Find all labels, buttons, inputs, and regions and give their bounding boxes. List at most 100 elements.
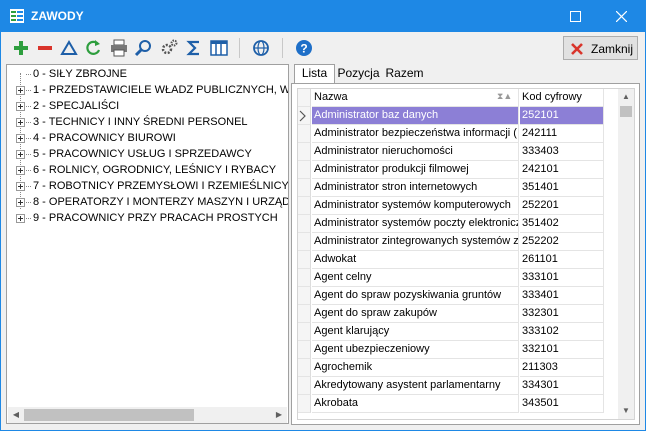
cell-name[interactable]: Administrator systemów komputerowych xyxy=(312,197,519,215)
cell-name[interactable]: Administrator produkcji filmowej xyxy=(312,161,519,179)
cell-name[interactable]: Agent klarujący xyxy=(312,323,519,341)
scroll-left-icon[interactable]: ◀ xyxy=(8,407,24,423)
expand-icon[interactable] xyxy=(16,102,25,111)
table-row[interactable]: Administrator stron internetowych 351401 xyxy=(298,179,618,197)
help-icon[interactable]: ? xyxy=(294,38,314,58)
cell-code[interactable]: 242111 xyxy=(520,125,604,143)
cell-name[interactable]: Agent do spraw pozyskiwania gruntów xyxy=(312,287,519,305)
cell-name[interactable]: Administrator nieruchomości xyxy=(312,143,519,161)
row-indicator[interactable] xyxy=(298,269,311,287)
horizontal-scrollbar[interactable]: ◀ ▶ xyxy=(8,407,287,423)
cell-code[interactable]: 334301 xyxy=(520,377,604,395)
cell-name[interactable]: Akredytowany asystent parlamentarny xyxy=(312,377,519,395)
column-header-code[interactable]: Kod cyfrowy xyxy=(520,89,604,107)
expand-icon[interactable] xyxy=(16,86,25,95)
cell-code[interactable]: 333101 xyxy=(520,269,604,287)
row-indicator[interactable] xyxy=(298,341,311,359)
cell-code[interactable]: 211303 xyxy=(520,359,604,377)
cell-code[interactable]: 332101 xyxy=(520,341,604,359)
row-indicator[interactable] xyxy=(298,233,311,251)
row-indicator[interactable] xyxy=(298,197,311,215)
cell-name[interactable]: Administrator stron internetowych xyxy=(312,179,519,197)
table-row[interactable]: Agent do spraw pozyskiwania gruntów 33340… xyxy=(298,287,618,305)
cell-name[interactable]: Agent celny xyxy=(312,269,519,287)
expand-icon[interactable] xyxy=(16,214,25,223)
gears-icon[interactable] xyxy=(159,38,179,58)
table-row[interactable]: Administrator systemów poczty elektronic… xyxy=(298,215,618,233)
close-button[interactable]: Zamknij xyxy=(563,36,638,60)
tree-item[interactable]: 7 - ROBOTNICY PRZEMYSŁOWI I RZEMIEŚLNICY xyxy=(7,179,288,195)
row-indicator[interactable] xyxy=(298,251,311,269)
table-row[interactable]: Administrator systemów komputerowych 2522… xyxy=(298,197,618,215)
tree-item[interactable]: 2 - SPECJALIŚCI xyxy=(7,99,287,115)
scroll-down-icon[interactable]: ▼ xyxy=(618,403,634,419)
sort-icon[interactable]: ⧗▲ xyxy=(497,91,512,102)
tab-pozycja[interactable]: Pozycja xyxy=(335,65,382,84)
printer-icon[interactable] xyxy=(109,38,129,58)
row-indicator[interactable] xyxy=(298,305,311,323)
cell-code[interactable]: 242101 xyxy=(520,161,604,179)
expand-icon[interactable] xyxy=(16,118,25,127)
tree-item[interactable]: 1 - PRZEDSTAWICIELE WŁADZ PUBLICZNYCH, W… xyxy=(7,83,288,99)
tree-item[interactable]: 8 - OPERATORZY I MONTERZY MASZYN I URZĄD… xyxy=(7,195,288,211)
table-row[interactable]: Akredytowany asystent parlamentarny 33430… xyxy=(298,377,618,395)
table-row[interactable]: Administrator produkcji filmowej 242101 xyxy=(298,161,618,179)
column-header-name[interactable]: Nazwa ⧗▲ xyxy=(312,89,519,107)
tab-razem[interactable]: Razem xyxy=(382,65,427,84)
tree-item[interactable]: 5 - PRACOWNICY USŁUG I SPRZEDAWCY xyxy=(7,147,287,163)
cell-name[interactable]: Agent do spraw zakupów xyxy=(312,305,519,323)
table-row[interactable]: Agent celny 333101 xyxy=(298,269,618,287)
cell-code[interactable]: 333401 xyxy=(520,287,604,305)
columns-icon[interactable] xyxy=(209,38,229,58)
row-indicator[interactable] xyxy=(298,395,311,413)
row-indicator[interactable] xyxy=(298,377,311,395)
cell-code[interactable]: 252201 xyxy=(520,197,604,215)
row-indicator[interactable] xyxy=(298,215,311,233)
table-row[interactable]: Administrator baz danych 252101 xyxy=(298,107,618,125)
cell-code[interactable]: 343501 xyxy=(520,395,604,413)
cell-code[interactable]: 333403 xyxy=(520,143,604,161)
cell-code[interactable]: 252202 xyxy=(520,233,604,251)
table-row[interactable]: Administrator zintegrowanych systemów za… xyxy=(298,233,618,251)
cell-name[interactable]: Administrator baz danych xyxy=(312,107,519,125)
row-indicator[interactable] xyxy=(298,161,311,179)
table-row[interactable]: Administrator bezpieczeństwa informacji … xyxy=(298,125,618,143)
row-indicator[interactable] xyxy=(298,359,311,377)
cell-name[interactable]: Administrator bezpieczeństwa informacji … xyxy=(312,125,519,143)
row-indicator[interactable] xyxy=(298,287,311,305)
cell-code[interactable]: 333102 xyxy=(520,323,604,341)
cell-name[interactable]: Akrobata xyxy=(312,395,519,413)
tree-item[interactable]: 9 - PRACOWNICY PRZY PRACACH PROSTYCH xyxy=(7,211,287,227)
triangle-icon[interactable] xyxy=(59,38,79,58)
table-row[interactable]: Adwokat 261101 xyxy=(298,251,618,269)
minus-icon[interactable] xyxy=(35,38,55,58)
cell-code[interactable]: 261101 xyxy=(520,251,604,269)
row-indicator[interactable] xyxy=(298,107,311,125)
expand-icon[interactable] xyxy=(16,150,25,159)
row-indicator[interactable] xyxy=(298,125,311,143)
tab-lista[interactable]: Lista xyxy=(294,64,335,85)
expand-icon[interactable] xyxy=(16,198,25,207)
tree-item[interactable]: 3 - TECHNICY I INNY ŚREDNI PERSONEL xyxy=(7,115,287,131)
refresh-icon[interactable] xyxy=(83,38,103,58)
scroll-thumb[interactable] xyxy=(24,409,194,421)
cell-name[interactable]: Administrator zintegrowanych systemów za xyxy=(312,233,519,251)
table-row[interactable]: Agent do spraw zakupów 332301 xyxy=(298,305,618,323)
scroll-right-icon[interactable]: ▶ xyxy=(271,407,287,423)
cell-code[interactable]: 332301 xyxy=(520,305,604,323)
magnifier-icon[interactable] xyxy=(134,38,154,58)
table-row[interactable]: Agent klarujący 333102 xyxy=(298,323,618,341)
row-indicator[interactable] xyxy=(298,323,311,341)
cell-code[interactable]: 252101 xyxy=(520,107,604,125)
tree-item[interactable]: 4 - PRACOWNICY BIUROWI xyxy=(7,131,287,147)
tree-item[interactable]: 0 - SIŁY ZBROJNE xyxy=(7,67,287,83)
vertical-scrollbar[interactable]: ▲ ▼ xyxy=(618,89,634,419)
window-close-button[interactable] xyxy=(599,1,645,32)
sigma-icon[interactable] xyxy=(184,38,204,58)
scroll-up-icon[interactable]: ▲ xyxy=(618,89,634,105)
table-row[interactable]: Akrobata 343501 xyxy=(298,395,618,413)
row-indicator[interactable] xyxy=(298,143,311,161)
plus-icon[interactable] xyxy=(11,38,31,58)
table-row[interactable]: Agent ubezpieczeniowy 332101 xyxy=(298,341,618,359)
table-row[interactable]: Administrator nieruchomości 333403 xyxy=(298,143,618,161)
